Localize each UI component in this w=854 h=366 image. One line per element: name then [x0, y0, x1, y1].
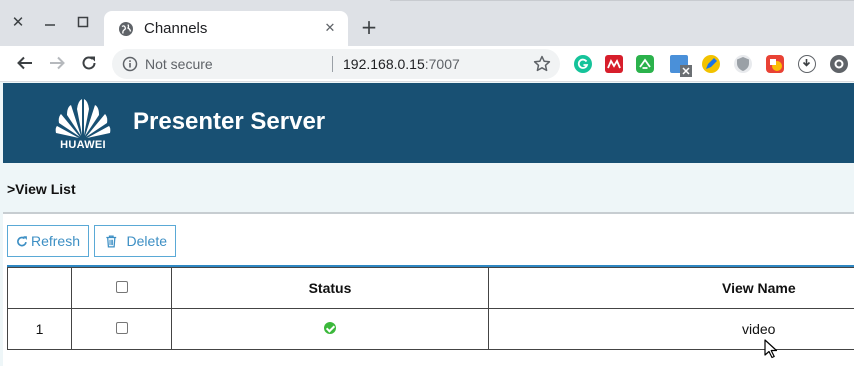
- row-checkbox[interactable]: [115, 322, 128, 335]
- refresh-icon: [17, 235, 27, 246]
- row-status-cell: [171, 308, 489, 350]
- pencil-icon[interactable]: [702, 55, 720, 73]
- mendeley-icon[interactable]: [605, 55, 623, 73]
- tab-close-icon[interactable]: ✕: [320, 18, 340, 38]
- security-label: Not secure: [145, 56, 213, 72]
- screenshot-icon[interactable]: [670, 55, 692, 77]
- new-tab-icon[interactable]: +: [358, 15, 380, 39]
- select-all-checkbox[interactable]: [115, 281, 128, 294]
- breadcrumb-label: >View List: [7, 181, 76, 197]
- row-index: 1: [7, 308, 72, 350]
- download-icon[interactable]: [798, 55, 816, 73]
- column-header-view-name: View Name: [488, 267, 854, 309]
- browser-tab-strip: ✕ Channels ✕ +: [0, 0, 854, 46]
- url-text: 192.168.0.15:7007: [343, 56, 460, 72]
- url-port: :7007: [424, 56, 460, 72]
- tab-strip-edge: [390, 0, 854, 1]
- table-row[interactable]: 1 video: [7, 308, 854, 350]
- main-content: Refresh Delete Status View Name 1 video: [3, 214, 854, 366]
- adblock-icon[interactable]: [766, 55, 784, 73]
- window-maximize-icon[interactable]: [73, 12, 93, 32]
- grammarly-icon[interactable]: [574, 55, 592, 73]
- column-header-index: [7, 267, 72, 309]
- delete-label: Delete: [126, 233, 167, 249]
- url-host: 192.168.0.15: [343, 56, 425, 72]
- column-header-select: [71, 267, 172, 309]
- browser-toolbar: Not secure 192.168.0.15:7007: [0, 46, 854, 82]
- address-separator: [332, 56, 333, 72]
- table-header-row: Status View Name: [7, 267, 854, 309]
- row-view-name[interactable]: video: [488, 308, 854, 350]
- feedly-icon[interactable]: [636, 55, 654, 73]
- view-list-table: Status View Name 1 video: [7, 267, 854, 350]
- window-minimize-icon[interactable]: [40, 12, 60, 32]
- breadcrumb: >View List: [3, 163, 854, 213]
- shield-icon[interactable]: [734, 55, 752, 73]
- bookmark-star-icon[interactable]: [532, 54, 552, 74]
- refresh-button[interactable]: Refresh: [7, 225, 89, 257]
- page-title: Presenter Server: [133, 108, 326, 135]
- status-ok-icon: [324, 322, 336, 335]
- info-icon[interactable]: [122, 56, 138, 72]
- app-header: HUAWEI Presenter Server: [3, 83, 854, 163]
- column-header-status: Status: [171, 267, 489, 309]
- reload-icon[interactable]: [78, 52, 100, 74]
- brand-name: HUAWEI: [60, 139, 106, 151]
- trash-icon: [106, 235, 117, 247]
- delete-button[interactable]: Delete: [94, 225, 176, 257]
- row-select-cell: [71, 308, 172, 350]
- globe-icon: [119, 22, 133, 36]
- browser-tab-active[interactable]: Channels ✕: [104, 11, 348, 46]
- forward-icon[interactable]: [46, 52, 68, 74]
- refresh-label: Refresh: [30, 233, 80, 249]
- back-icon[interactable]: [14, 52, 36, 74]
- tab-title: Channels: [144, 20, 208, 37]
- huawei-logo: HUAWEI: [53, 95, 113, 153]
- address-bar[interactable]: Not secure 192.168.0.15:7007: [112, 49, 560, 79]
- settings-extension-icon[interactable]: [830, 55, 848, 73]
- window-close-icon[interactable]: ✕: [8, 12, 28, 32]
- mouse-cursor-icon: [764, 339, 778, 359]
